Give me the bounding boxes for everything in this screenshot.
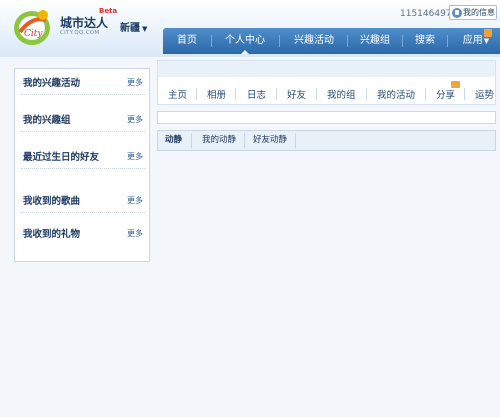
nav-item-interest-groups[interactable]: 兴趣组: [352, 28, 398, 54]
nav-item-home[interactable]: 首页: [167, 28, 207, 54]
nav-apps-label: 应用: [462, 35, 483, 46]
more-link[interactable]: 更多: [127, 195, 143, 206]
subtab-friends-updates[interactable]: 好友动静: [249, 131, 291, 150]
my-messages-button[interactable]: 我的信息: [449, 5, 497, 20]
sidebar-item-received-songs: 我收到的歌曲 更多: [21, 189, 145, 213]
sidebar-item-label[interactable]: 最近过生日的好友: [23, 149, 99, 163]
nav-divider: [211, 35, 212, 47]
nav-divider: [402, 35, 403, 47]
sidebar-item-label[interactable]: 我收到的礼物: [23, 226, 80, 240]
my-messages-label: 我的信息: [463, 8, 495, 17]
logo-beta: Beta: [99, 7, 118, 15]
logo-url: CITY.QQ.COM: [60, 30, 100, 36]
tab-blog[interactable]: 日志: [247, 87, 266, 101]
chevron-down-icon: ▼: [483, 37, 490, 45]
tab-album[interactable]: 相册: [207, 87, 226, 101]
sidebar-item-received-gifts: 我收到的礼物 更多: [21, 221, 145, 245]
sidebar: 我的兴趣活动 更多 我的兴趣组 更多 最近过生日的好友 更多 我收到的歌曲 更多…: [14, 68, 150, 262]
nav-item-search[interactable]: 搜索: [407, 28, 443, 54]
tab-divider: [196, 88, 197, 100]
tab-divider: [464, 88, 465, 100]
sidebar-item-label[interactable]: 我的兴趣活动: [23, 75, 80, 89]
city-logo-icon[interactable]: City: [10, 6, 58, 48]
more-link[interactable]: 更多: [127, 228, 143, 239]
tab-divider: [366, 88, 367, 100]
region-label: 新疆: [120, 23, 140, 34]
nav-divider: [447, 35, 448, 47]
more-link[interactable]: 更多: [127, 151, 143, 162]
tab-home[interactable]: 主页: [168, 87, 187, 101]
sidebar-item-label[interactable]: 我的兴趣组: [23, 112, 71, 126]
tab-divider: [276, 88, 277, 100]
share-badge-icon: [451, 81, 460, 88]
message-icon: [452, 7, 462, 18]
tab-divider: [316, 88, 317, 100]
profile-banner: [158, 61, 495, 77]
tab-friends[interactable]: 好友: [287, 87, 306, 101]
region-selector[interactable]: 新疆 ▼: [120, 19, 147, 34]
sidebar-item-label[interactable]: 我收到的歌曲: [23, 193, 80, 207]
subtab-my-updates[interactable]: 我的动静: [198, 131, 240, 150]
status-input[interactable]: [157, 111, 496, 124]
chevron-down-icon: ▼: [142, 25, 148, 33]
nav-item-personal-center[interactable]: 个人中心: [216, 28, 274, 54]
profile-panel: 主页 相册 日志 好友 我的组 我的活动 分享 运势: [157, 60, 496, 105]
apps-badge-icon: [484, 29, 492, 37]
tab-my-groups[interactable]: 我的组: [327, 87, 356, 101]
subtab-updates[interactable]: 动静: [161, 131, 186, 150]
nav-item-interest-activities[interactable]: 兴趣活动: [285, 28, 343, 54]
tab-divider: [235, 88, 236, 100]
subtab-divider: [295, 133, 296, 148]
tab-share[interactable]: 分享: [436, 87, 455, 101]
tab-my-activities[interactable]: 我的活动: [377, 87, 415, 101]
logo-text: 城市达人: [60, 16, 109, 30]
user-id: 115146497: [400, 9, 452, 19]
subtab-divider: [191, 133, 192, 148]
tab-divider: [425, 88, 426, 100]
nav-divider: [347, 35, 348, 47]
sidebar-item-birthday-friends: 最近过生日的好友 更多: [21, 145, 145, 169]
tab-horoscope[interactable]: 运势: [475, 87, 496, 101]
subtab-divider: [244, 133, 245, 148]
main-nav: 首页 个人中心 兴趣活动 兴趣组 搜索 应用▼: [163, 28, 500, 54]
nav-divider: [279, 35, 280, 47]
sidebar-item-interest-activities: 我的兴趣活动 更多: [21, 71, 145, 95]
svg-text:City: City: [24, 29, 43, 39]
more-link[interactable]: 更多: [127, 114, 143, 125]
more-link[interactable]: 更多: [127, 77, 143, 88]
feed-tabs: 动静 我的动静 好友动静: [157, 130, 496, 151]
sidebar-item-interest-groups: 我的兴趣组 更多: [21, 108, 145, 132]
